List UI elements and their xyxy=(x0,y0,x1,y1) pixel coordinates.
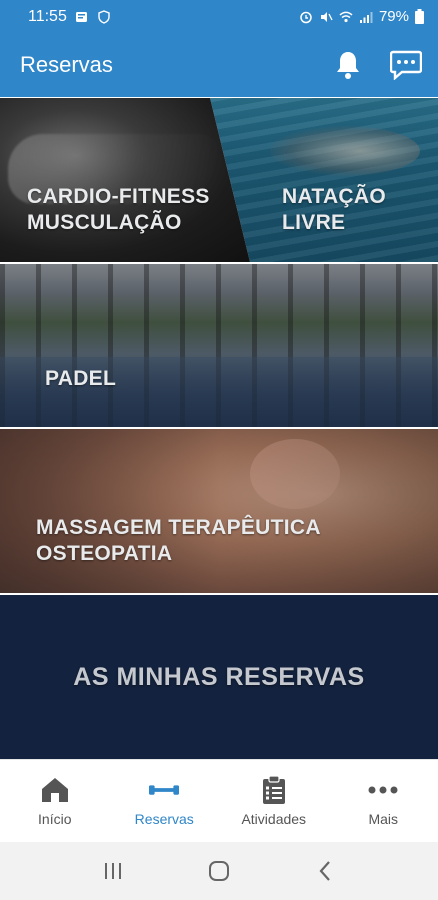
notification-icon xyxy=(75,11,87,22)
home-button[interactable] xyxy=(199,851,239,891)
more-icon xyxy=(368,786,398,794)
nav-atividades[interactable]: Atividades xyxy=(219,760,329,842)
battery-icon xyxy=(415,9,424,24)
messages-button[interactable] xyxy=(390,49,422,81)
chat-icon xyxy=(390,50,422,80)
tile-row-cardio-natacao: CARDIO-FITNESS MUSCULAÇÃO NATAÇÃO LIVRE xyxy=(0,98,438,262)
battery-level: 79% xyxy=(378,8,409,25)
natacao-label: NATAÇÃO LIVRE xyxy=(282,185,386,234)
swimmer-image xyxy=(270,126,420,176)
alarm-icon xyxy=(300,11,312,23)
cardio-label: CARDIO-FITNESS MUSCULAÇÃO xyxy=(27,185,210,234)
nav-reservas[interactable]: Reservas xyxy=(110,760,220,842)
home-circle-icon xyxy=(209,861,229,881)
recent-apps-button[interactable] xyxy=(93,851,133,891)
recent-apps-icon xyxy=(105,863,121,879)
bottom-navigation: Início Reservas Atividades Mais xyxy=(0,759,438,842)
dumbbell-icon xyxy=(149,785,180,795)
tile-minhas-reservas[interactable]: AS MINHAS RESERVAS xyxy=(0,595,438,759)
minhas-reservas-label: AS MINHAS RESERVAS xyxy=(73,663,365,691)
system-nav-bar xyxy=(0,842,438,900)
tile-padel[interactable]: PADEL xyxy=(0,264,438,427)
page-title: Reservas xyxy=(20,52,113,77)
signal-icon xyxy=(359,11,373,23)
home-icon xyxy=(41,778,68,802)
status-bar: 11:55 79% xyxy=(0,0,438,33)
nav-label-inicio: Início xyxy=(38,811,72,827)
mute-icon xyxy=(320,11,333,22)
back-button[interactable] xyxy=(305,851,345,891)
massagem-label: MASSAGEM TERAPÊUTICA OSTEOPATIA xyxy=(36,516,321,565)
app-bar: Reservas xyxy=(0,33,438,97)
nav-mais[interactable]: Mais xyxy=(329,760,438,842)
tile-massagem-osteopatia[interactable]: MASSAGEM TERAPÊUTICA OSTEOPATIA xyxy=(0,429,438,593)
status-time: 11:55 xyxy=(28,7,67,25)
nav-inicio[interactable]: Início xyxy=(0,760,110,842)
wifi-icon xyxy=(339,11,353,22)
shield-icon xyxy=(98,9,110,24)
padel-label: PADEL xyxy=(45,367,117,390)
notifications-button[interactable] xyxy=(332,49,364,81)
back-chevron-icon xyxy=(319,861,330,881)
nav-label-atividades: Atividades xyxy=(241,811,307,827)
nav-label-reservas: Reservas xyxy=(134,811,194,827)
nav-label-mais: Mais xyxy=(368,811,399,827)
tile-cardio-fitness[interactable] xyxy=(0,98,250,262)
bell-icon xyxy=(337,52,359,79)
clipboard-icon xyxy=(262,775,285,804)
